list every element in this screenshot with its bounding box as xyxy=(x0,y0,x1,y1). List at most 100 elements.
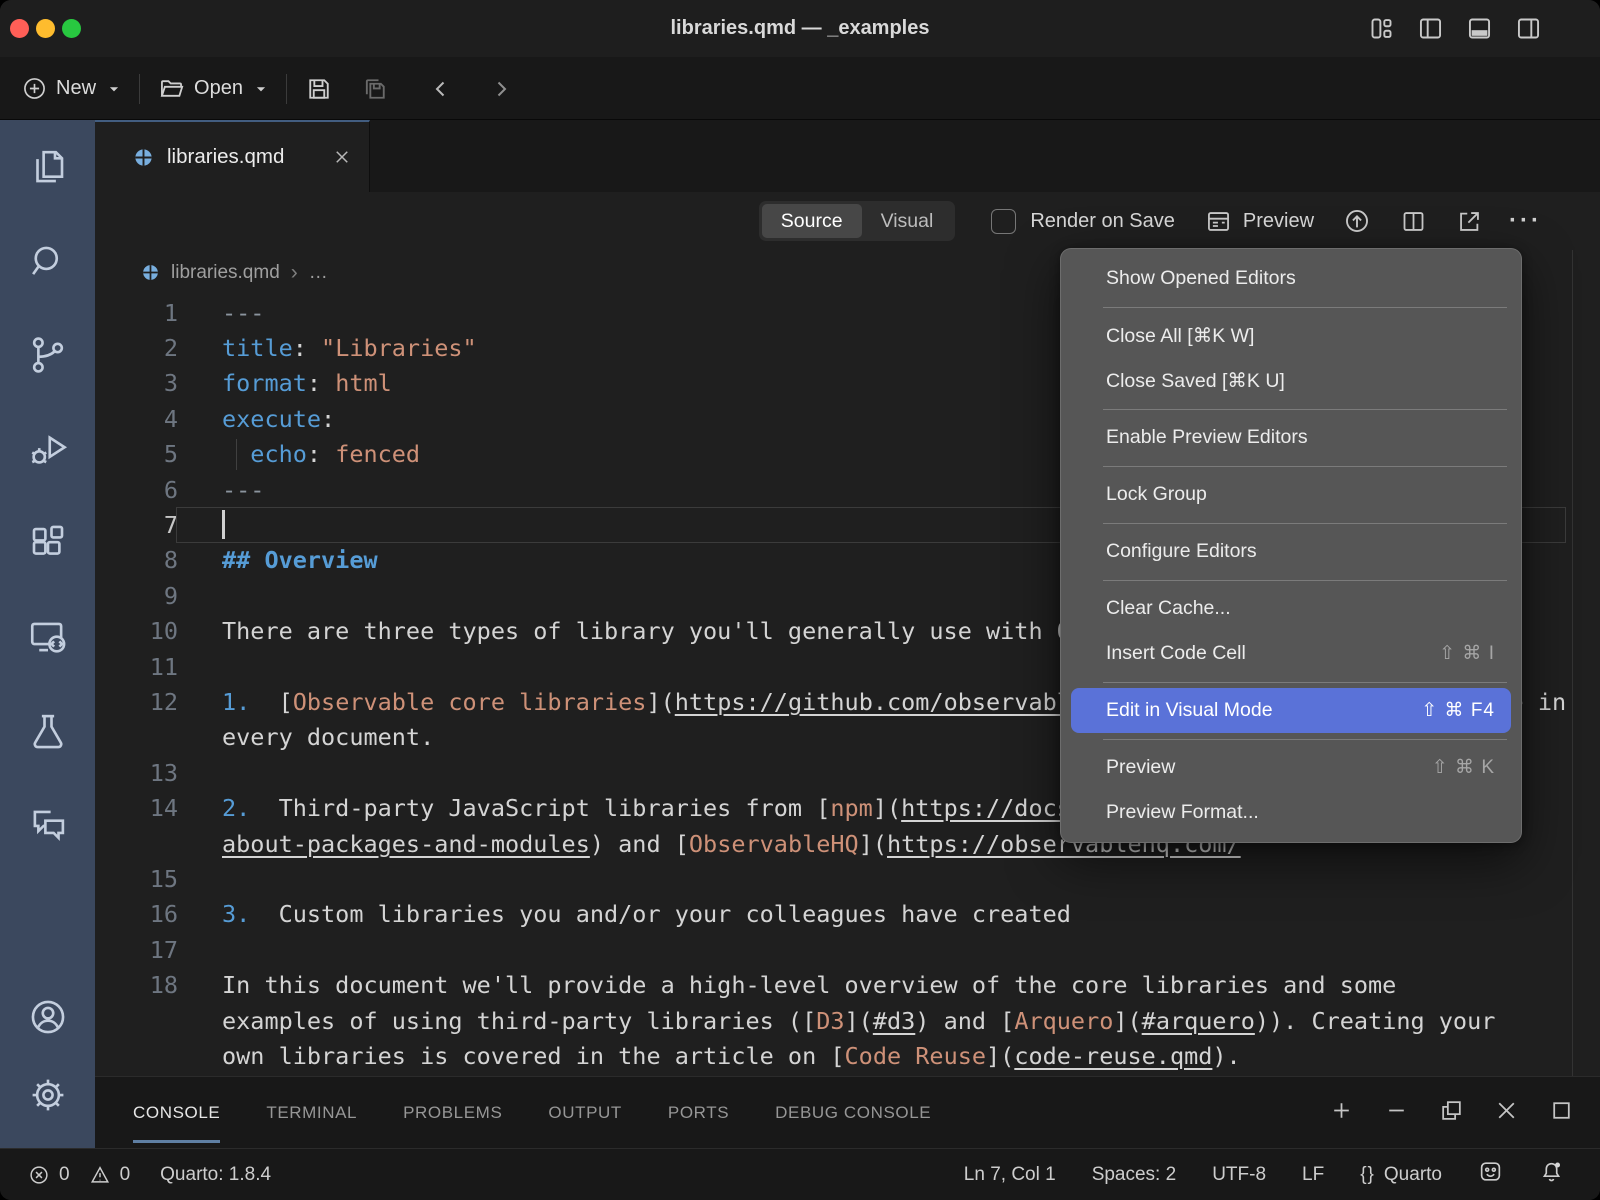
search-sidebar-icon[interactable] xyxy=(23,236,73,286)
menu-item-edit-in-visual-mode[interactable]: Edit in Visual Mode⇧ ⌘ F4 xyxy=(1071,688,1511,733)
testing-icon[interactable] xyxy=(23,706,73,756)
save-all-icon xyxy=(361,75,389,103)
source-mode-button[interactable]: Source xyxy=(762,204,862,238)
save-button[interactable] xyxy=(305,75,333,103)
line-number: 1 xyxy=(95,299,178,327)
panel-tab-output[interactable]: OUTPUT xyxy=(548,1077,621,1148)
code-token: ]( xyxy=(859,830,887,858)
editor-tab-bar: libraries.qmd xyxy=(95,120,1600,192)
menu-item-label: Clear Cache... xyxy=(1106,597,1231,620)
panel-tab-debug-console[interactable]: DEBUG CONSOLE xyxy=(775,1077,931,1148)
remote-explorer-icon[interactable] xyxy=(23,612,73,662)
panel-tab-ports[interactable]: PORTS xyxy=(668,1077,729,1148)
breadcrumb-file[interactable]: libraries.qmd xyxy=(171,262,280,284)
menu-item-clear-cache[interactable]: Clear Cache... xyxy=(1061,586,1521,631)
maximize-panel-icon[interactable] xyxy=(1549,1098,1574,1128)
quarto-version-label: Quarto: 1.8.4 xyxy=(160,1164,271,1186)
line-number: 3 xyxy=(95,369,178,397)
menu-item-close-saved-k-u[interactable]: Close Saved [⌘K U] xyxy=(1061,358,1521,403)
code-token: : xyxy=(293,334,321,362)
panel-tab-terminal[interactable]: TERMINAL xyxy=(266,1077,357,1148)
split-editor-icon[interactable] xyxy=(1400,208,1427,235)
problems-status[interactable]: 0 0 xyxy=(28,1164,130,1186)
publish-icon[interactable] xyxy=(1343,207,1371,235)
more-actions-button[interactable]: ··· xyxy=(1509,207,1542,235)
toggle-primary-sidebar-icon[interactable] xyxy=(1417,15,1444,42)
toggle-secondary-sidebar-icon[interactable] xyxy=(1515,15,1542,42)
code-token: In this document we'll provide a high-le… xyxy=(222,971,1396,999)
code-line: examples of using third-party libraries … xyxy=(95,1003,1600,1038)
toggle-panel-icon[interactable] xyxy=(1466,15,1493,42)
close-tab-icon[interactable] xyxy=(333,148,351,166)
breadcrumb-chevron-icon: › xyxy=(291,261,298,285)
menu-item-insert-code-cell[interactable]: Insert Code Cell⇧ ⌘ I xyxy=(1061,631,1521,676)
text-cursor xyxy=(222,510,225,539)
open-button[interactable]: Open xyxy=(158,75,268,102)
code-token: 2. xyxy=(222,794,250,822)
braces-icon: {} xyxy=(1360,1164,1375,1186)
chevron-down-icon xyxy=(254,82,268,96)
code-token: #arquero xyxy=(1142,1007,1255,1035)
cursor-position-status[interactable]: Ln 7, Col 1 xyxy=(964,1164,1056,1186)
restore-panel-icon[interactable] xyxy=(1439,1098,1464,1128)
menu-item-preview-format[interactable]: Preview Format... xyxy=(1061,790,1521,835)
code-line: 18In this document we'll provide a high-… xyxy=(95,967,1600,1002)
language-mode-status[interactable]: {} Quarto xyxy=(1360,1164,1442,1186)
visual-mode-button[interactable]: Visual xyxy=(862,204,953,238)
chevron-left-icon xyxy=(429,77,453,101)
menu-item-label: Lock Group xyxy=(1106,483,1207,506)
menu-item-show-opened-editors[interactable]: Show Opened Editors xyxy=(1061,256,1521,301)
save-all-button[interactable] xyxy=(361,75,389,103)
feedback-smiley-icon[interactable] xyxy=(1478,1159,1503,1190)
forward-button[interactable] xyxy=(489,77,513,101)
comments-icon[interactable] xyxy=(23,800,73,850)
explorer-icon[interactable] xyxy=(23,142,73,192)
menu-item-label: Show Opened Editors xyxy=(1106,267,1296,290)
line-content: ## Overview xyxy=(178,543,378,578)
menu-item-close-all-k-w[interactable]: Close All [⌘K W] xyxy=(1061,313,1521,358)
new-console-plus-icon[interactable] xyxy=(1329,1098,1354,1128)
menu-item-label: Close All [⌘K W] xyxy=(1106,324,1254,348)
line-number: 11 xyxy=(95,653,178,681)
toolbar-separator xyxy=(139,74,140,104)
code-token: 1. xyxy=(222,688,250,716)
notifications-bell-icon[interactable] xyxy=(1539,1159,1564,1190)
preview-icon xyxy=(1205,208,1232,235)
back-button[interactable] xyxy=(429,77,453,101)
indentation-status[interactable]: Spaces: 2 xyxy=(1092,1164,1177,1186)
account-icon[interactable] xyxy=(23,992,73,1042)
eol-status[interactable]: LF xyxy=(1302,1164,1324,1186)
panel-tab-problems[interactable]: PROBLEMS xyxy=(403,1077,502,1148)
menu-item-enable-preview-editors[interactable]: Enable Preview Editors xyxy=(1061,415,1521,460)
menu-separator xyxy=(1061,733,1521,745)
code-token: : xyxy=(307,369,335,397)
tab-libraries-qmd[interactable]: libraries.qmd xyxy=(95,120,370,192)
close-panel-icon[interactable] xyxy=(1494,1098,1519,1128)
menu-separator xyxy=(1061,574,1521,586)
menu-item-preview[interactable]: Preview⇧ ⌘ K xyxy=(1061,745,1521,790)
settings-gear-icon[interactable] xyxy=(23,1070,73,1120)
menu-item-shortcut: ⇧ ⌘ I xyxy=(1439,642,1495,665)
breadcrumb-more[interactable]: … xyxy=(309,262,328,284)
extensions-icon[interactable] xyxy=(23,518,73,568)
line-number: 4 xyxy=(95,405,178,433)
source-control-icon[interactable] xyxy=(23,330,73,380)
render-on-save-checkbox[interactable] xyxy=(991,209,1016,234)
line-content: In this document we'll provide a high-le… xyxy=(178,967,1396,1002)
menu-item-label: Configure Editors xyxy=(1106,540,1257,563)
open-external-icon[interactable] xyxy=(1456,208,1483,235)
customize-layout-icon[interactable] xyxy=(1368,15,1395,42)
quarto-version-status[interactable]: Quarto: 1.8.4 xyxy=(160,1164,271,1186)
new-button[interactable]: New xyxy=(22,76,121,101)
menu-item-lock-group[interactable]: Lock Group xyxy=(1061,472,1521,517)
preview-button[interactable]: Preview xyxy=(1205,208,1314,235)
source-visual-toggle[interactable]: Source Visual xyxy=(759,201,956,241)
indent-guide xyxy=(236,439,237,470)
run-debug-icon[interactable] xyxy=(23,424,73,474)
panel-tab-console[interactable]: CONSOLE xyxy=(133,1077,220,1148)
menu-item-configure-editors[interactable]: Configure Editors xyxy=(1061,529,1521,574)
encoding-status[interactable]: UTF-8 xyxy=(1212,1164,1266,1186)
chevron-down-icon xyxy=(107,82,121,96)
minimize-panel-icon[interactable] xyxy=(1384,1098,1409,1128)
line-content xyxy=(178,932,222,967)
